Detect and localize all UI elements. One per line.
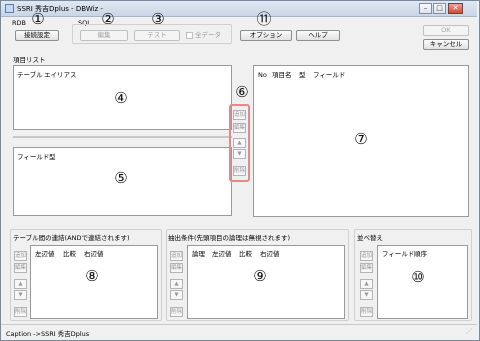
edit-field-button[interactable]: 編集: [233, 123, 246, 133]
status-text: Caption ->SSRI 秀吉Dplus: [6, 330, 90, 338]
join-label: テーブル間の連結(ANDで連結されます): [13, 234, 130, 242]
join-header-right: 右辺値: [84, 250, 104, 258]
conditions-edit-button[interactable]: 編集: [170, 263, 183, 273]
delete-field-button[interactable]: 削除: [233, 166, 246, 176]
conditions-up-button[interactable]: ▲: [170, 279, 183, 289]
title-bar: SSRI 秀吉Dplus - DBWiz - – □ ✕: [1, 1, 477, 17]
conditions-header-left: 左辺値: [212, 250, 232, 258]
conditions-header-logic: 論理: [192, 250, 205, 258]
join-up-button[interactable]: ▲: [14, 279, 27, 289]
connection-settings-button[interactable]: 接続設定: [15, 30, 59, 41]
sql-groupbox: [72, 24, 232, 44]
status-bar: Caption ->SSRI 秀吉Dplus ⋰: [1, 324, 477, 339]
maximize-button[interactable]: □: [433, 3, 446, 14]
fields-header-field: フィールド: [17, 153, 50, 161]
resize-grip-icon[interactable]: ⋰: [466, 328, 472, 335]
sort-delete-button[interactable]: 削除: [360, 307, 373, 317]
ok-button[interactable]: OK: [423, 25, 469, 36]
marker-11: ⑪: [256, 10, 272, 28]
minimize-button[interactable]: –: [419, 3, 432, 14]
selected-header-no: No: [258, 71, 267, 79]
add-field-button[interactable]: 追加: [233, 110, 246, 120]
item-list-label: 項目リスト: [13, 56, 46, 64]
join-down-button[interactable]: ▼: [14, 290, 27, 300]
conditions-add-button[interactable]: 追加: [170, 251, 183, 261]
help-button[interactable]: ヘルプ: [296, 30, 340, 41]
sort-label: 並べ替え: [357, 234, 383, 242]
move-up-button[interactable]: ▲: [233, 138, 246, 148]
rdb-label: RDB: [12, 19, 26, 27]
join-delete-button[interactable]: 削除: [14, 307, 27, 317]
sort-edit-button[interactable]: 編集: [360, 263, 373, 273]
splitter[interactable]: [13, 136, 232, 138]
selected-header-item-name: 項目名: [272, 71, 292, 79]
conditions-header-compare: 比較: [239, 250, 252, 258]
sort-header-order: 順序: [414, 250, 427, 258]
marker-8: ⑧: [85, 267, 99, 285]
cancel-button[interactable]: キャンセル: [423, 39, 469, 50]
join-edit-button[interactable]: 編集: [14, 263, 27, 273]
join-header-left: 左辺値: [35, 250, 55, 258]
sort-add-button[interactable]: 追加: [360, 251, 373, 261]
marker-9: ⑨: [253, 267, 267, 285]
conditions-label: 抽出条件(先頭項目の論理は無視されます): [168, 234, 291, 242]
marker-4: ④: [114, 89, 128, 107]
marker-10: ⑩: [411, 268, 425, 286]
conditions-delete-button[interactable]: 削除: [170, 307, 183, 317]
marker-1: ①: [31, 10, 45, 28]
sort-header-field: フィールド: [382, 250, 415, 258]
conditions-header-right: 右辺値: [260, 250, 280, 258]
tables-header-alias: エイリアス: [44, 71, 77, 79]
tables-header-table: テーブル: [17, 71, 43, 79]
conditions-down-button[interactable]: ▼: [170, 290, 183, 300]
marker-7: ⑦: [354, 130, 368, 148]
move-down-button[interactable]: ▼: [233, 149, 246, 159]
app-icon: [5, 4, 14, 13]
sort-down-button[interactable]: ▼: [360, 290, 373, 300]
marker-5: ⑤: [114, 169, 128, 187]
selected-header-type: 型: [299, 71, 306, 79]
close-button[interactable]: ✕: [448, 3, 463, 14]
sort-up-button[interactable]: ▲: [360, 279, 373, 289]
options-button[interactable]: オプション: [240, 30, 292, 41]
join-header-compare: 比較: [63, 250, 76, 258]
selected-header-field: フィールド: [313, 71, 346, 79]
join-add-button[interactable]: 追加: [14, 251, 27, 261]
fields-header-type: 型: [49, 153, 56, 161]
marker-6: ⑥: [235, 83, 249, 101]
